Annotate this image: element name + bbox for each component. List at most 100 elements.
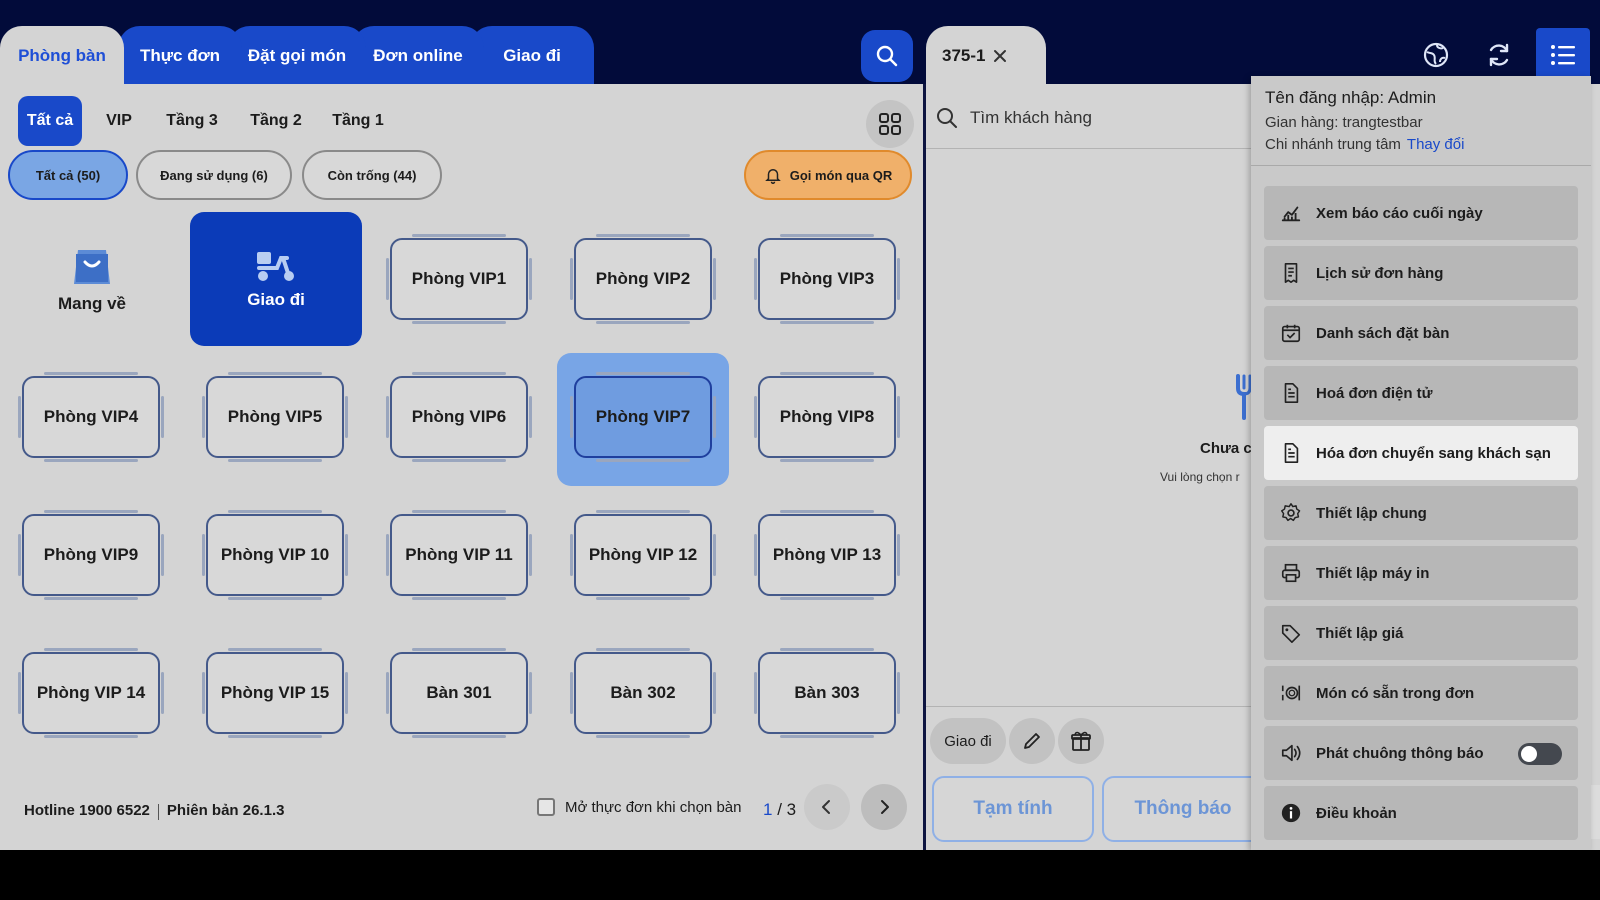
menu-item[interactable]: Món có sẵn trong đơn: [1264, 666, 1578, 720]
page-separator: /: [772, 800, 787, 819]
close-icon[interactable]: [993, 49, 1007, 63]
tab-giao-di[interactable]: Giao đi: [470, 26, 594, 86]
chair-left: [386, 258, 389, 300]
tab-thuc-don[interactable]: Thực đơn: [118, 26, 242, 86]
chair-left: [18, 396, 21, 438]
table-card[interactable]: Phòng VIP9: [18, 510, 164, 600]
area-tang-1[interactable]: Tầng 1: [326, 96, 390, 146]
chair-left: [202, 396, 205, 438]
pencil-icon: [1024, 733, 1040, 749]
chevron-right-icon: [881, 800, 889, 814]
tab-label: Giao đi: [503, 46, 561, 65]
menu-item[interactable]: Danh sách đặt bàn: [1264, 306, 1578, 360]
subtotal-button[interactable]: Tạm tính: [932, 776, 1094, 842]
table-name: Phòng VIP 15: [220, 683, 330, 702]
area-all[interactable]: Tất cả: [18, 96, 82, 146]
table-card[interactable]: Phòng VIP6: [386, 372, 532, 462]
receipt-icon: [1284, 263, 1298, 283]
menu-item[interactable]: Hoá đơn điện tử: [1264, 366, 1578, 420]
open-menu-option[interactable]: Mở thực đơn khi chọn bàn: [537, 798, 741, 816]
search-button[interactable]: [861, 30, 913, 82]
status-available[interactable]: Còn trống (44): [302, 150, 442, 200]
table-card[interactable]: Phòng VIP 13: [754, 510, 900, 600]
chair-right: [897, 672, 900, 714]
table-card[interactable]: Phòng VIP3: [754, 234, 900, 324]
login-name: Tên đăng nhập: Admin: [1265, 88, 1437, 107]
menu-item[interactable]: Thiết lập máy in: [1264, 546, 1578, 600]
table-card[interactable]: Phòng VIP8: [754, 372, 900, 462]
chair-right: [897, 534, 900, 576]
chair-left: [202, 672, 205, 714]
menu-item[interactable]: Thiết lập giá: [1264, 606, 1578, 660]
table-name: Phòng VIP5: [227, 407, 323, 426]
delivery-tile[interactable]: Giao đi: [190, 212, 362, 346]
status-in-use[interactable]: Đang sử dụng (6): [136, 150, 292, 200]
grid-view-button[interactable]: [866, 100, 914, 148]
menu-item[interactable]: Thiết lập chung: [1264, 486, 1578, 540]
sync-button[interactable]: [1475, 30, 1523, 80]
next-page-button[interactable]: [861, 784, 907, 830]
chair-left: [754, 672, 757, 714]
info-icon: [1281, 803, 1301, 823]
menu-item-label: Thiết lập giá: [1316, 624, 1404, 642]
table-card[interactable]: Phòng VIP1: [386, 234, 532, 324]
chair-right: [713, 672, 716, 714]
order-tab[interactable]: 375-1: [926, 26, 1046, 86]
calendar-icon: [1281, 324, 1301, 343]
tab-don-online[interactable]: Đơn online: [352, 26, 484, 86]
menu-item[interactable]: Xem báo cáo cuối ngày: [1264, 186, 1578, 240]
speaker-icon: [1281, 744, 1301, 762]
takeaway-tile[interactable]: Mang về: [22, 214, 162, 344]
menu-item[interactable]: Điều khoản: [1264, 786, 1578, 840]
gift-icon: [1071, 731, 1091, 751]
tab-label: Đơn online: [373, 46, 463, 65]
gift-button[interactable]: [1058, 718, 1104, 764]
printer-icon: [1281, 563, 1301, 583]
table-card[interactable]: Phòng VIP 10: [202, 510, 348, 600]
table-card[interactable]: Bàn 303: [754, 648, 900, 738]
table-card[interactable]: Bàn 301: [386, 648, 532, 738]
notification-sound-toggle[interactable]: [1518, 743, 1562, 765]
branch-name: Chi nhánh trung tâm: [1265, 136, 1401, 153]
status-all[interactable]: Tất cả (50): [8, 150, 128, 200]
table-card[interactable]: Phòng VIP 12: [570, 510, 716, 600]
area-tang-3[interactable]: Tầng 3: [160, 96, 224, 146]
table-card[interactable]: Phòng VIP 15: [202, 648, 348, 738]
divider: [926, 148, 1256, 149]
area-tang-2[interactable]: Tầng 2: [244, 96, 308, 146]
table-card[interactable]: Phòng VIP5: [202, 372, 348, 462]
tab-phong-ban[interactable]: Phòng bàn: [0, 26, 124, 86]
menu-item-label: Hóa đơn chuyển sang khách sạn: [1316, 444, 1551, 462]
open-menu-checkbox[interactable]: [537, 798, 555, 816]
tab-dat-goi-mon[interactable]: Đặt gọi món: [228, 26, 366, 86]
table-card[interactable]: Bàn 302: [570, 648, 716, 738]
empty-order-subtitle: Vui lòng chọn r: [1160, 470, 1240, 484]
prev-page-button[interactable]: [804, 784, 850, 830]
tag-icon: [1281, 624, 1301, 643]
notify-button[interactable]: Thông báo: [1102, 776, 1264, 842]
change-branch-link[interactable]: Thay đổi: [1407, 136, 1465, 153]
table-card[interactable]: Phòng VIP4: [18, 372, 164, 462]
language-button[interactable]: [1412, 30, 1460, 80]
table-name: Phòng VIP 12: [588, 545, 698, 564]
table-card[interactable]: Phòng VIP 11: [386, 510, 532, 600]
chair-left: [386, 396, 389, 438]
customer-search[interactable]: Tìm khách hàng: [936, 100, 1236, 136]
empty-order-title: Chưa c: [1200, 440, 1252, 457]
menu-button[interactable]: [1536, 28, 1590, 82]
table-card[interactable]: Phòng VIP7: [570, 372, 716, 462]
order-type-button[interactable]: Giao đi: [930, 718, 1006, 764]
qr-order-button[interactable]: Gọi món qua QR: [744, 150, 912, 200]
takeaway-label: Mang về: [57, 294, 127, 313]
area-vip[interactable]: VIP: [96, 96, 142, 146]
chair-left: [570, 258, 573, 300]
menu-item[interactable]: Hóa đơn chuyển sang khách sạn: [1264, 426, 1578, 480]
tab-label: Phòng bàn: [18, 46, 106, 65]
menu-item[interactable]: Lịch sử đơn hàng: [1264, 246, 1578, 300]
edit-button[interactable]: [1009, 718, 1055, 764]
account-info: Tên đăng nhập: Admin Gian hàng: trangtes…: [1251, 76, 1591, 166]
area-filter: Tất cả VIP Tầng 3 Tầng 2 Tầng 1: [0, 90, 924, 148]
table-card[interactable]: Phòng VIP2: [570, 234, 716, 324]
menu-item[interactable]: Phát chuông thông báo: [1264, 726, 1578, 780]
table-card[interactable]: Phòng VIP 14: [18, 648, 164, 738]
